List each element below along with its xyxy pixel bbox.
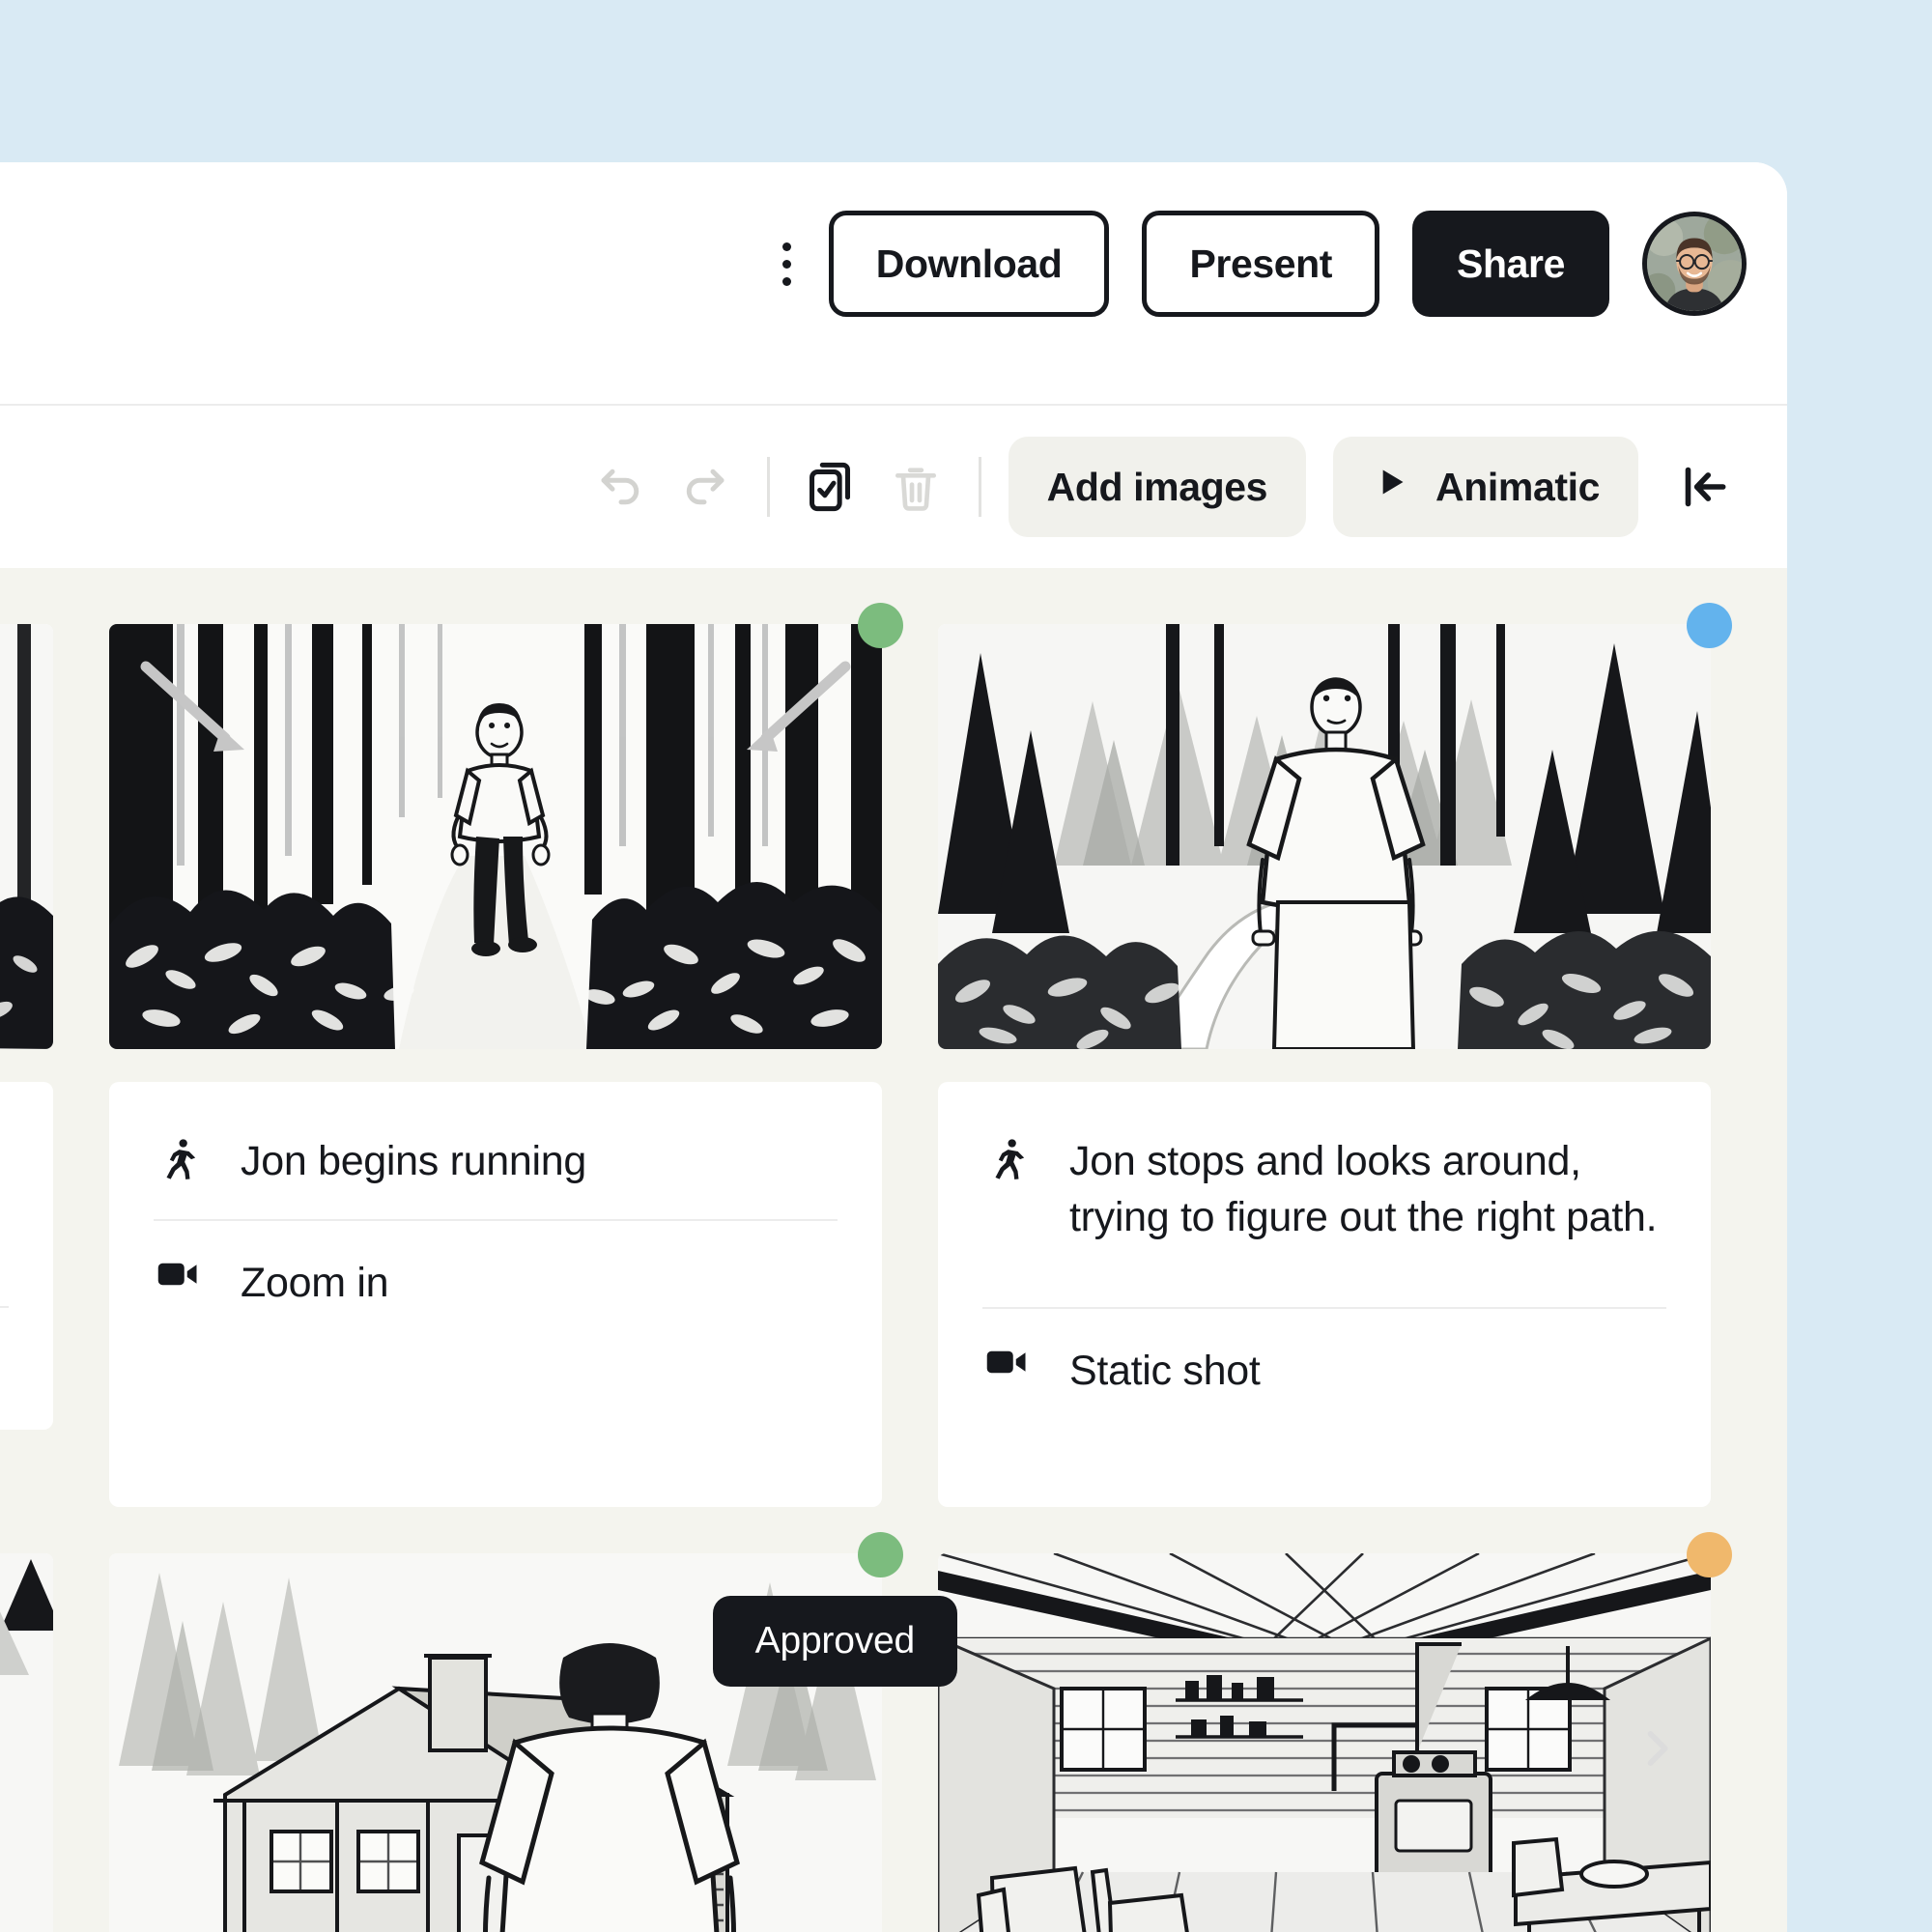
frame-thumbnail[interactable]: [0, 624, 53, 1049]
note-text: Jon begins running: [241, 1138, 586, 1184]
note-action[interactable]: Jon stops and looks around, trying to fi…: [982, 1126, 1666, 1274]
undo-icon[interactable]: [580, 445, 663, 528]
status-badge-orange[interactable]: [1687, 1532, 1732, 1577]
storyboard-card[interactable]: Jon begins running Zoom in: [109, 603, 903, 1507]
camera-icon: [982, 1344, 1031, 1377]
frame-thumbnail[interactable]: [0, 1553, 53, 1932]
status-badge-green[interactable]: [858, 603, 903, 648]
frame-thumbnail[interactable]: [938, 624, 1711, 1049]
download-button-label: Download: [875, 241, 1063, 286]
select-card-icon[interactable]: [791, 445, 874, 528]
app-header: Download Present Share: [0, 162, 1787, 406]
redo-icon[interactable]: [663, 445, 746, 528]
animatic-button[interactable]: Animatic: [1333, 437, 1638, 537]
screenshot-root: Download Present Share Add images Animat…: [0, 0, 1932, 1932]
header-actions: Download Present Share: [779, 211, 1747, 317]
present-button[interactable]: Present: [1142, 211, 1380, 317]
note-camera[interactable]: Static shot: [982, 1309, 1666, 1429]
app-window: Download Present Share Add images Animat…: [0, 162, 1787, 1932]
download-button[interactable]: Download: [828, 211, 1110, 317]
play-icon: [1372, 463, 1410, 511]
run-icon: [154, 1134, 202, 1180]
note-camera[interactable]: Zoom in: [154, 1221, 838, 1341]
storyboard-card[interactable]: Jon stops and looks around, trying to fi…: [938, 603, 1732, 1507]
avatar-image: [1647, 216, 1742, 311]
approved-tooltip-label: Approved: [754, 1620, 916, 1662]
frame-notes[interactable]: Jon stops and looks around, trying to fi…: [938, 1082, 1711, 1507]
frame-notes[interactable]: Jon begins running Zoom in: [109, 1082, 882, 1507]
note-action[interactable]: Jon begins running: [154, 1126, 838, 1219]
forest-trail-sketch-clipped: [0, 624, 53, 1049]
kebab-menu-icon[interactable]: [779, 232, 796, 296]
status-badge-green[interactable]: [858, 1532, 903, 1577]
frame-thumbnail[interactable]: [938, 1553, 1711, 1932]
add-images-label: Add images: [1046, 464, 1268, 509]
avatar[interactable]: [1642, 212, 1747, 316]
animatic-label: Animatic: [1435, 464, 1600, 509]
add-images-button[interactable]: Add images: [1008, 437, 1307, 537]
share-button-label: Share: [1457, 241, 1565, 286]
storyboard-card[interactable]: [0, 624, 53, 1507]
cabin-interior-with-wood-stove-sketch: [938, 1553, 1711, 1932]
storyboard-card[interactable]: [0, 1553, 53, 1932]
storyboard-grid: Jon begins running Zoom in Jon stops and…: [0, 603, 1732, 1932]
run-icon: [982, 1134, 1031, 1180]
note-divider: [0, 1306, 9, 1308]
editor-toolbar: Add images Animatic: [0, 406, 1787, 568]
jon-running-through-forest-sketch: [109, 624, 882, 1049]
note-text: Zoom in: [241, 1259, 389, 1306]
storyboard-canvas[interactable]: Jon begins running Zoom in Jon stops and…: [0, 568, 1787, 1932]
status-badge-blue[interactable]: [1687, 603, 1732, 648]
share-button[interactable]: Share: [1412, 211, 1609, 317]
toolbar-divider: [766, 457, 770, 517]
note-text: Jon stops and looks around, trying to fi…: [1069, 1138, 1658, 1240]
storyboard-card[interactable]: [938, 1532, 1732, 1932]
present-button-label: Present: [1189, 241, 1333, 286]
frame-thumbnail[interactable]: [109, 624, 882, 1049]
camera-icon: [154, 1256, 202, 1289]
chevron-right-icon[interactable]: [1626, 1718, 1688, 1779]
collapse-panel-icon[interactable]: [1663, 445, 1747, 528]
toolbar-divider: [978, 457, 981, 517]
storyboard-card[interactable]: Approved: [109, 1532, 957, 1932]
approved-tooltip: Approved: [712, 1596, 957, 1687]
trash-icon[interactable]: [874, 445, 957, 528]
woodpile-sketch-clipped: [0, 1553, 53, 1932]
note-text: Static shot: [1069, 1348, 1261, 1395]
frame-notes[interactable]: [0, 1082, 53, 1430]
jon-standing-looking-around-forest-sketch: [938, 624, 1711, 1049]
